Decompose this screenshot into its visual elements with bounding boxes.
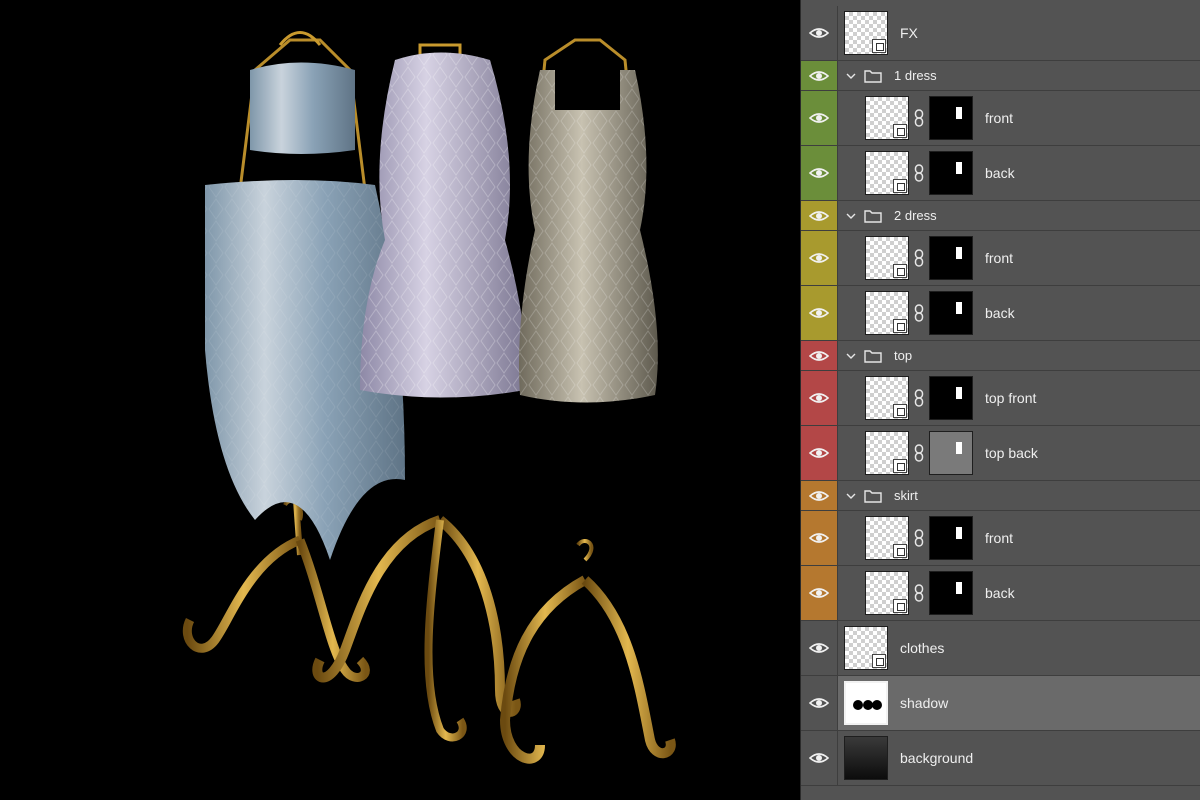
mask-link-icon[interactable] [909,291,929,335]
mask-link-icon[interactable] [909,571,929,615]
visibility-eye-icon[interactable] [801,286,838,340]
layer-name: front [985,250,1014,266]
mannequin-illustration [182,31,676,764]
layer-thumbnail[interactable] [865,291,909,335]
smart-object-icon [893,264,907,278]
layer-name: top back [985,445,1038,461]
layer-group-name: skirt [894,488,918,503]
photoshop-canvas[interactable] [0,0,800,800]
layer-group-top[interactable]: top [801,341,1200,371]
smart-object-icon [893,599,907,613]
layer-name: shadow [900,695,949,711]
layer-mask-thumbnail[interactable] [929,151,973,195]
mask-link-icon[interactable] [909,96,929,140]
layer-thumbnail[interactable] [865,151,909,195]
visibility-eye-icon[interactable] [801,676,838,730]
layer-row-back[interactable]: back [801,286,1200,341]
smart-object-icon [893,179,907,193]
folder-icon [864,348,884,364]
layer-name: front [985,110,1014,126]
layer-thumbnail[interactable] [865,376,909,420]
visibility-eye-icon[interactable] [801,566,838,620]
layer-group-name: top [894,348,913,363]
smart-object-icon [872,654,886,668]
layer-thumbnail[interactable] [865,571,909,615]
chevron-down-icon[interactable] [844,209,858,223]
layer-row-top-front[interactable]: top front [801,371,1200,426]
smart-object-icon [893,404,907,418]
mask-link-icon[interactable] [909,376,929,420]
layer-name: back [985,305,1015,321]
layer-group-name: 1 dress [894,68,937,83]
mask-link-icon[interactable] [909,151,929,195]
layer-name: front [985,530,1014,546]
visibility-eye-icon[interactable] [801,146,838,200]
folder-icon [864,68,884,84]
layer-mask-thumbnail[interactable] [929,236,973,280]
mannequin-right[interactable] [499,38,676,764]
visibility-eye-icon[interactable] [801,371,838,425]
layer-mask-thumbnail[interactable] [929,516,973,560]
layer-thumbnail[interactable] [844,736,888,780]
smart-object-icon [893,544,907,558]
layer-group-2-dress[interactable]: 2 dress [801,201,1200,231]
visibility-eye-icon[interactable] [801,231,838,285]
layers-panel: FX 1 dress front back 2 dress front back top top… [800,0,1200,800]
layer-row-front[interactable]: front [801,231,1200,286]
layer-thumbnail[interactable] [865,516,909,560]
layer-mask-thumbnail[interactable] [929,291,973,335]
visibility-eye-icon[interactable] [801,481,838,510]
visibility-eye-icon[interactable] [801,621,838,675]
chevron-down-icon[interactable] [844,349,858,363]
visibility-eye-icon[interactable] [801,91,838,145]
layer-name: top front [985,390,1037,406]
visibility-eye-icon[interactable] [801,61,838,90]
visibility-eye-icon[interactable] [801,6,838,60]
layer-name: FX [900,25,918,41]
layer-mask-thumbnail[interactable] [929,96,973,140]
smart-object-icon [893,124,907,138]
layer-name: back [985,585,1015,601]
mask-link-icon[interactable] [909,431,929,475]
chevron-down-icon[interactable] [844,489,858,503]
layer-row-front[interactable]: front [801,511,1200,566]
layer-name: background [900,750,974,766]
visibility-eye-icon[interactable] [801,731,838,785]
folder-icon [864,488,884,504]
mask-link-icon[interactable] [909,516,929,560]
layer-mask-thumbnail[interactable] [929,431,973,475]
layer-row-back[interactable]: back [801,566,1200,621]
mask-link-icon[interactable] [909,236,929,280]
layer-thumbnail[interactable] [844,681,888,725]
smart-object-icon [893,319,907,333]
layer-row-shadow[interactable]: shadow [801,676,1200,731]
layer-row-clothes[interactable]: clothes [801,621,1200,676]
layer-row-background[interactable]: background [801,731,1200,786]
folder-icon [864,208,884,224]
layer-group-name: 2 dress [894,208,937,223]
layer-name: clothes [900,640,945,656]
layer-thumbnail[interactable] [844,11,888,55]
layer-thumbnail[interactable] [865,96,909,140]
layer-row-back[interactable]: back [801,146,1200,201]
layer-group-skirt[interactable]: skirt [801,481,1200,511]
layer-mask-thumbnail[interactable] [929,376,973,420]
visibility-eye-icon[interactable] [801,426,838,480]
layer-mask-thumbnail[interactable] [929,571,973,615]
layer-thumbnail[interactable] [844,626,888,670]
layer-row-top-back[interactable]: top back [801,426,1200,481]
layer-group-1-dress[interactable]: 1 dress [801,61,1200,91]
layer-name: back [985,165,1015,181]
smart-object-icon [872,39,886,53]
visibility-eye-icon[interactable] [801,511,838,565]
chevron-down-icon[interactable] [844,69,858,83]
layer-row-FX[interactable]: FX [801,6,1200,61]
layer-thumbnail[interactable] [865,431,909,475]
visibility-eye-icon[interactable] [801,341,838,370]
layer-thumbnail[interactable] [865,236,909,280]
layer-row-front[interactable]: front [801,91,1200,146]
smart-object-icon [893,459,907,473]
visibility-eye-icon[interactable] [801,201,838,230]
